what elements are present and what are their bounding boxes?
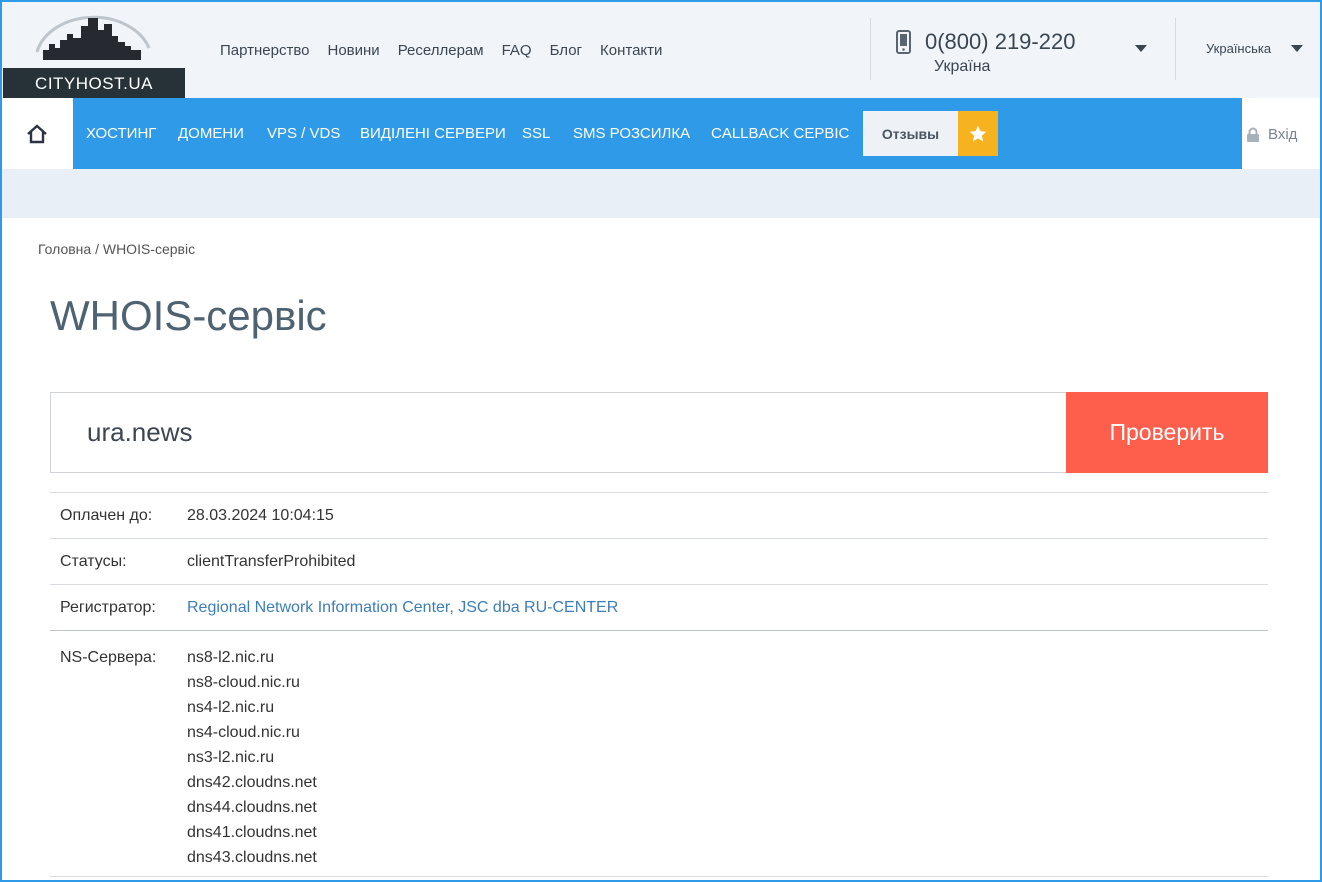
ns-label: NS-Сервера:: [60, 649, 157, 666]
nav-callback[interactable]: CALLBACK СЕРВІС: [711, 125, 849, 142]
top-nav-partnership[interactable]: Партнерство: [220, 42, 310, 59]
login-label: Вхід: [1268, 126, 1298, 143]
city-skyline-logo: [35, 15, 151, 60]
ns-server-item: dns41.cloudns.net: [187, 824, 317, 841]
ns-server-item: dns43.cloudns.net: [187, 849, 317, 866]
nav-sms[interactable]: SMS РОЗСИЛКА: [573, 125, 690, 142]
lock-icon: [1247, 127, 1259, 142]
language-selector[interactable]: Українська: [1206, 41, 1271, 56]
whois-results: Оплачен до: 28.03.2024 10:04:15 Статусы:…: [50, 492, 1268, 870]
home-icon: [26, 123, 47, 143]
ns-server-item: ns4-cloud.nic.ru: [187, 724, 300, 741]
paid-until-value: 28.03.2024 10:04:15: [187, 506, 334, 524]
top-nav-resellers[interactable]: Реселлерам: [398, 42, 484, 59]
phone-region: Україна: [934, 58, 991, 75]
reviews-button[interactable]: Отзывы: [863, 111, 958, 156]
nav-domains[interactable]: ДОМЕНИ: [178, 125, 244, 142]
page-title: WHOIS-сервіс: [50, 292, 327, 339]
top-header: CITYHOST.UA Партнерство Новини Реселлера…: [0, 0, 1322, 100]
ns-server-item: ns8-cloud.nic.ru: [187, 674, 300, 691]
ns-server-item: dns42.cloudns.net: [187, 774, 317, 791]
statuses-label: Статусы:: [60, 552, 127, 570]
whois-row-statuses: Статусы: clientTransferProhibited: [50, 538, 1268, 584]
star-icon: [969, 125, 987, 141]
whois-row-registrar: Регистратор: Regional Network Informatio…: [50, 584, 1268, 630]
logo-text: CITYHOST.UA: [3, 68, 185, 100]
nav-dedicated-servers[interactable]: ВИДІЛЕНІ СЕРВЕРИ: [360, 125, 506, 142]
top-nav-faq[interactable]: FAQ: [502, 42, 532, 59]
top-nav-news[interactable]: Новини: [328, 42, 380, 59]
phone-icon: [896, 30, 911, 54]
breadcrumb[interactable]: Головна / WHOIS-сервіс: [38, 241, 195, 257]
header-divider-2: [1175, 18, 1176, 80]
ns-server-item: ns8-l2.nic.ru: [187, 649, 275, 666]
check-button[interactable]: Проверить: [1066, 392, 1268, 473]
results-bottom-divider: [50, 876, 1268, 877]
registrar-link[interactable]: Regional Network Information Center, JSC…: [187, 585, 1268, 631]
ns-server-item: ns3-l2.nic.ru: [187, 749, 275, 766]
ns-server-list: ns8-l2.nic.ru ns8-cloud.nic.ru ns4-l2.ni…: [187, 645, 1268, 870]
phone-chevron-down-icon[interactable]: [1135, 45, 1147, 52]
statuses-value: clientTransferProhibited: [187, 552, 356, 570]
top-nav-contacts[interactable]: Контакти: [600, 42, 662, 59]
paid-until-label: Оплачен до:: [60, 506, 153, 524]
top-nav: Партнерство Новини Реселлерам FAQ Блог К…: [220, 42, 662, 59]
login-link[interactable]: Вхід: [1246, 126, 1297, 143]
language-chevron-down-icon[interactable]: [1291, 45, 1303, 52]
ns-server-item: dns44.cloudns.net: [187, 799, 317, 816]
sub-band: [0, 169, 1322, 218]
header-divider: [870, 18, 871, 80]
nav-ssl[interactable]: SSL: [522, 125, 550, 142]
top-nav-blog[interactable]: Блог: [550, 42, 582, 59]
whois-row-ns: NS-Сервера: ns8-l2.nic.ru ns8-cloud.nic.…: [50, 630, 1268, 870]
home-button[interactable]: [0, 98, 73, 169]
nav-vps[interactable]: VPS / VDS: [267, 125, 340, 142]
ns-server-item: ns4-l2.nic.ru: [187, 699, 275, 716]
main-nav: ХОСТИНГ ДОМЕНИ VPS / VDS ВИДІЛЕНІ СЕРВЕР…: [73, 98, 1242, 169]
nav-hosting[interactable]: ХОСТИНГ: [86, 125, 156, 142]
domain-search-input[interactable]: [50, 392, 1067, 473]
registrar-label: Регистратор:: [60, 598, 156, 616]
whois-row-paid-until: Оплачен до: 28.03.2024 10:04:15: [50, 492, 1268, 538]
reviews-star-button[interactable]: [958, 111, 998, 156]
phone-number[interactable]: 0(800) 219-220: [925, 29, 1075, 55]
site-logo[interactable]: CITYHOST.UA: [3, 8, 185, 100]
